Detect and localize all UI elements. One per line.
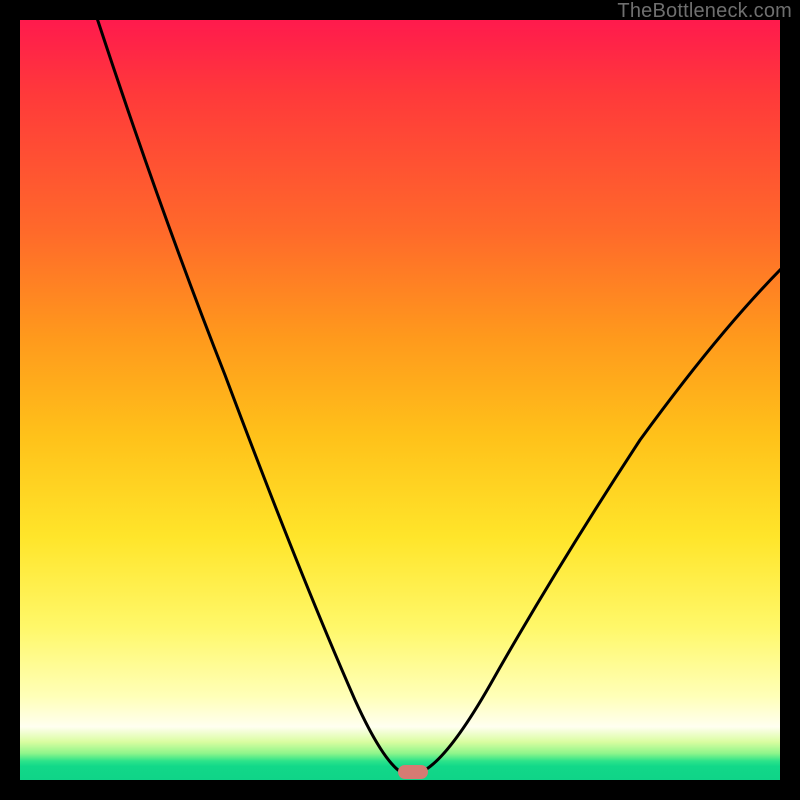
optimum-marker <box>398 765 428 779</box>
bottleneck-curve <box>96 20 780 770</box>
curve-svg <box>20 20 780 780</box>
chart-frame: TheBottleneck.com <box>0 0 800 800</box>
watermark-text: TheBottleneck.com <box>617 0 792 23</box>
plot-area <box>20 20 780 780</box>
